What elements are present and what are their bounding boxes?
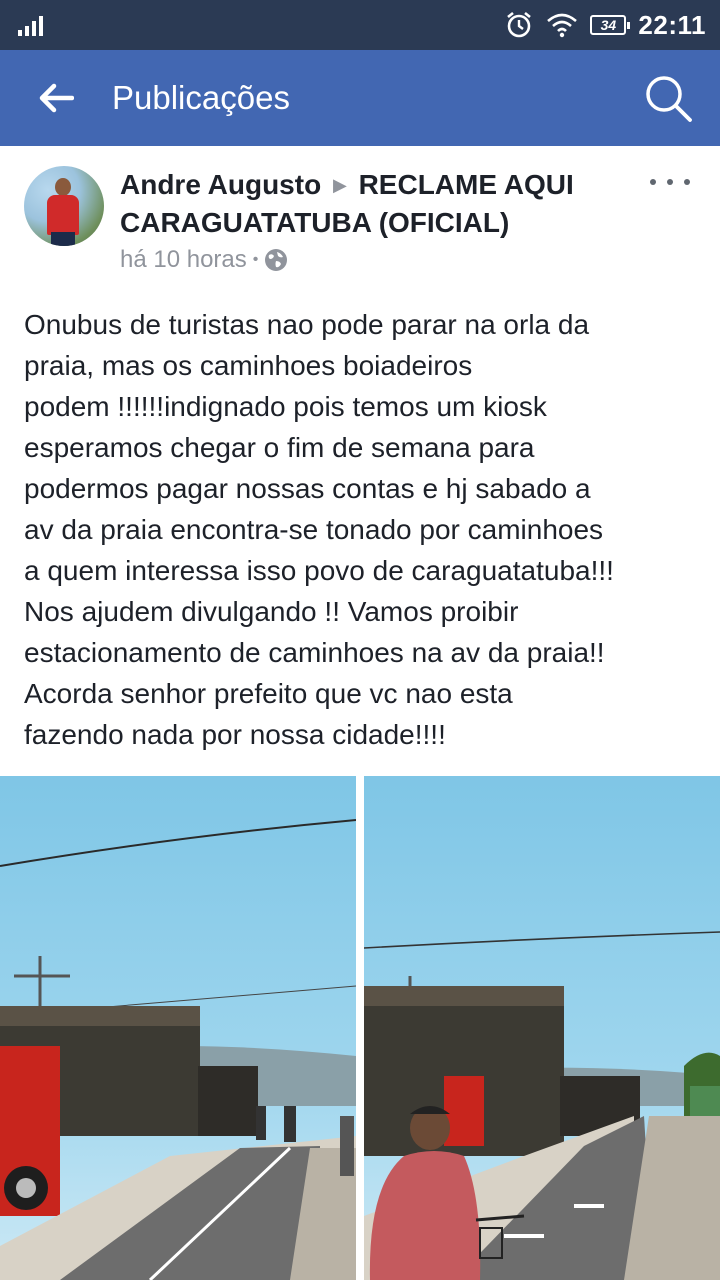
back-button[interactable] [0,50,112,146]
back-arrow-icon [39,83,74,113]
search-button[interactable] [642,72,696,126]
post-time[interactable]: há 10 horas [120,246,247,274]
post-photo-1[interactable] [0,776,356,1280]
author-name[interactable]: Andre Augusto [120,169,321,200]
alarm-icon [507,11,532,38]
more-options-button[interactable] [650,170,690,194]
globe-icon [265,249,288,271]
app-bar: Publicações [0,50,720,146]
page-title: Publicações [112,79,290,116]
status-bar: 34 22:11 [0,0,720,50]
battery-icon: 34 [590,15,631,35]
post-text: Onubus de turistas nao pode parar na orl… [24,309,614,750]
arrow-right-icon: ▶ [332,175,347,195]
clock: 22:11 [638,9,706,40]
post-author-line: Andre Augusto ▶ RECLAME AQUI CARAGUATATU… [120,166,640,242]
post-photo-2[interactable] [364,776,720,1280]
meta-separator: • [252,251,259,268]
avatar[interactable] [24,166,104,246]
battery-level: 34 [600,17,617,33]
wifi-icon [547,13,578,38]
search-icon [646,76,692,122]
post-meta: há 10 horas • [120,246,288,274]
signal-icon [18,14,43,36]
